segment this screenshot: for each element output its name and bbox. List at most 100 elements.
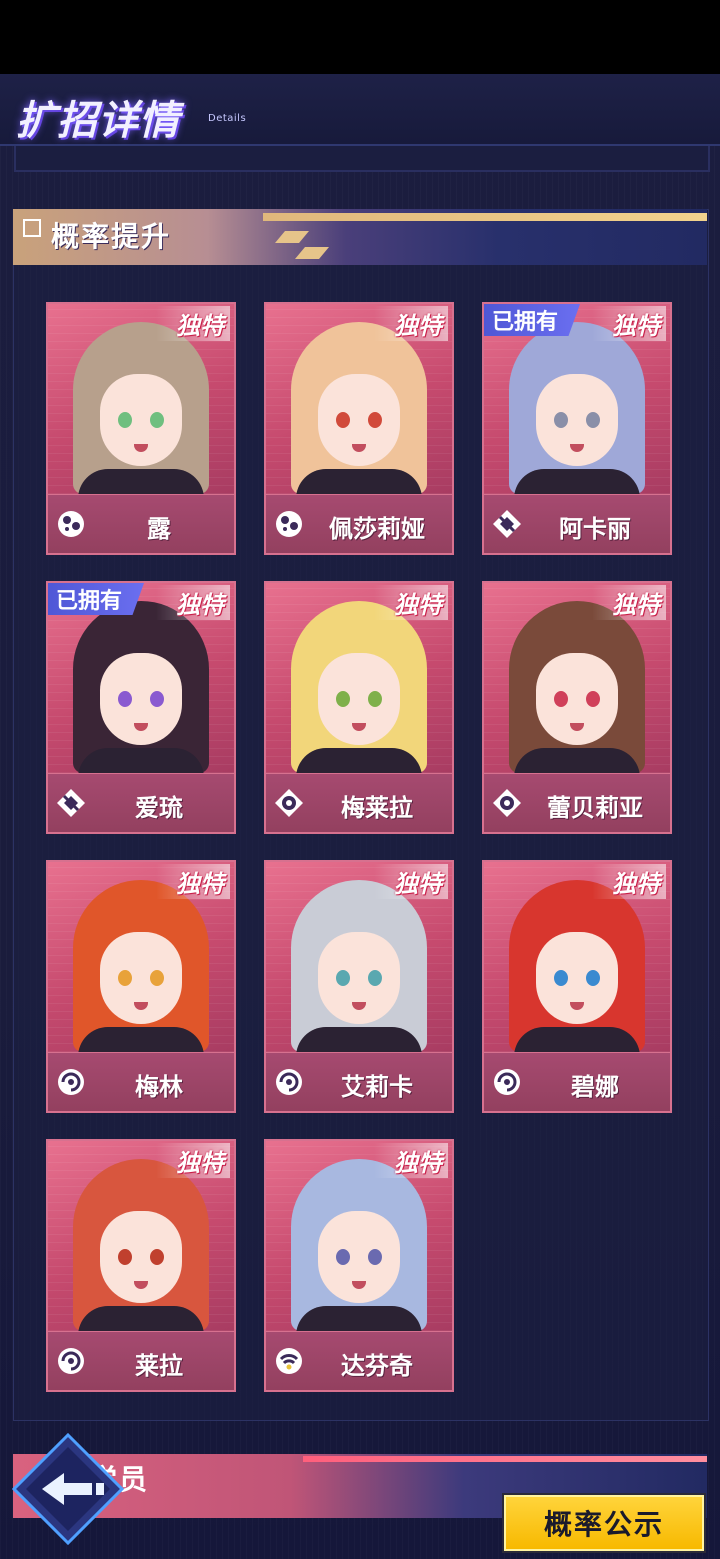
portrait-eye <box>586 412 600 428</box>
owned-badge: 已拥有 <box>484 304 581 336</box>
character-card[interactable]: 独特梅林 <box>46 860 236 1113</box>
character-name: 露 <box>147 515 171 543</box>
character-name: 莱拉 <box>135 1352 183 1380</box>
portrait-face <box>536 374 618 466</box>
portrait-eye <box>336 1249 350 1265</box>
back-button[interactable] <box>12 1433 124 1545</box>
character-card[interactable]: 独特 已拥有阿卡丽 <box>482 302 672 555</box>
unique-badge: 独特 <box>156 585 230 620</box>
diamond-icon <box>492 509 522 539</box>
character-portrait: 独特 <box>48 862 234 1057</box>
unique-badge: 独特 <box>156 306 230 341</box>
character-name: 达芬奇 <box>341 1352 413 1380</box>
character-name: 梅林 <box>135 1073 183 1101</box>
section-marker-icon <box>23 219 41 237</box>
character-namebar: 梅林 <box>48 1052 234 1111</box>
portrait-face <box>100 374 182 466</box>
character-portrait: 独特 <box>266 1141 452 1336</box>
portrait-face <box>100 653 182 745</box>
character-namebar: 碧娜 <box>484 1052 670 1111</box>
page-title: 扩招详情 <box>16 98 180 144</box>
unique-badge: 独特 <box>374 1143 448 1178</box>
character-portrait: 独特 已拥有 <box>484 304 670 499</box>
ring-icon <box>492 788 522 818</box>
swirl-icon <box>274 1067 304 1097</box>
character-card[interactable]: 独特梅莱拉 <box>264 581 454 834</box>
portrait-face <box>318 1211 400 1303</box>
portrait-eye <box>368 412 382 428</box>
section-title: 概率提升 <box>51 220 172 253</box>
orbit-icon <box>274 509 304 539</box>
probability-button[interactable]: 概率公示 <box>504 1495 704 1551</box>
character-card[interactable]: 独特莱拉 <box>46 1139 236 1392</box>
character-portrait: 独特 已拥有 <box>48 583 234 778</box>
character-card[interactable]: 独特达芬奇 <box>264 1139 454 1392</box>
unique-badge: 独特 <box>374 864 448 899</box>
portrait-eye <box>150 412 164 428</box>
character-namebar: 达芬奇 <box>266 1331 452 1390</box>
portrait-eye <box>554 691 568 707</box>
portrait-eye <box>554 412 568 428</box>
character-card[interactable]: 独特露 <box>46 302 236 555</box>
portrait-eye <box>586 691 600 707</box>
wifi-icon <box>274 1346 304 1376</box>
character-namebar: 莱拉 <box>48 1331 234 1390</box>
diamond-icon <box>56 788 86 818</box>
portrait-eye <box>150 970 164 986</box>
character-name: 爱琉 <box>135 794 183 822</box>
portrait-face <box>100 932 182 1024</box>
portrait-face <box>536 653 618 745</box>
ring-icon <box>274 788 304 818</box>
character-name: 蕾贝莉亚 <box>547 794 643 822</box>
portrait-face <box>318 374 400 466</box>
character-card[interactable]: 独特 已拥有爱琉 <box>46 581 236 834</box>
character-portrait: 独特 <box>266 862 452 1057</box>
character-name: 梅莱拉 <box>341 794 413 822</box>
portrait-eye <box>368 691 382 707</box>
character-card[interactable]: 独特佩莎莉娅 <box>264 302 454 555</box>
status-bar-area <box>0 0 720 74</box>
character-namebar: 艾莉卡 <box>266 1052 452 1111</box>
portrait-eye <box>118 412 132 428</box>
character-name: 佩莎莉娅 <box>329 515 425 543</box>
character-portrait: 独特 <box>266 583 452 778</box>
character-name: 碧娜 <box>571 1073 619 1101</box>
character-namebar: 爱琉 <box>48 773 234 832</box>
page-subtitle: Details <box>208 113 247 124</box>
portrait-eye <box>336 970 350 986</box>
portrait-eye <box>150 1249 164 1265</box>
portrait-eye <box>118 1249 132 1265</box>
character-portrait: 独特 <box>48 304 234 499</box>
portrait-eye <box>368 970 382 986</box>
portrait-eye <box>118 691 132 707</box>
character-namebar: 阿卡丽 <box>484 494 670 553</box>
unique-badge: 独特 <box>592 306 666 341</box>
character-card[interactable]: 独特蕾贝莉亚 <box>482 581 672 834</box>
unique-badge: 独特 <box>374 306 448 341</box>
character-namebar: 蕾贝莉亚 <box>484 773 670 832</box>
swirl-icon <box>492 1067 522 1097</box>
stripes-icon <box>275 231 329 259</box>
unique-badge: 独特 <box>374 585 448 620</box>
character-card[interactable]: 独特碧娜 <box>482 860 672 1113</box>
character-name: 阿卡丽 <box>559 515 631 543</box>
character-namebar: 梅莱拉 <box>266 773 452 832</box>
portrait-eye <box>554 970 568 986</box>
swirl-icon <box>56 1346 86 1376</box>
section-header: 概率提升 <box>13 209 707 265</box>
character-card[interactable]: 独特艾莉卡 <box>264 860 454 1113</box>
character-portrait: 独特 <box>484 862 670 1057</box>
unique-badge: 独特 <box>156 1143 230 1178</box>
unique-badge: 独特 <box>156 864 230 899</box>
portrait-eye <box>118 970 132 986</box>
swirl-icon <box>56 1067 86 1097</box>
unique-badge: 独特 <box>592 585 666 620</box>
orbit-icon <box>56 509 86 539</box>
owned-badge: 已拥有 <box>48 583 145 615</box>
character-portrait: 独特 <box>484 583 670 778</box>
character-portrait: 独特 <box>48 1141 234 1336</box>
header-strip <box>14 146 710 172</box>
portrait-eye <box>336 412 350 428</box>
unique-badge: 独特 <box>592 864 666 899</box>
portrait-face <box>536 932 618 1024</box>
